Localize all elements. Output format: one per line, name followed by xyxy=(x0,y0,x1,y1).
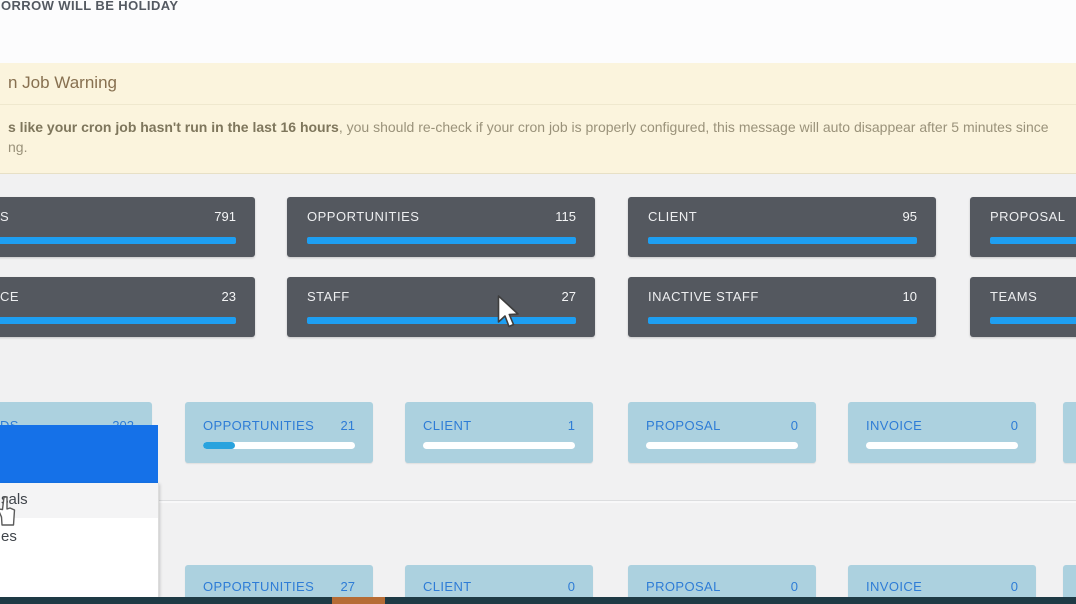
top-band: ORROW WILL BE HOLIDAY xyxy=(0,0,1076,63)
dashboard-screen: ORROW WILL BE HOLIDAY n Job Warning s li… xyxy=(0,0,1076,604)
banner-body: s like your cron job hasn't run in the l… xyxy=(8,115,1076,139)
progress-bar xyxy=(307,237,576,244)
mouse-cursor-icon xyxy=(497,295,521,334)
progress-bar xyxy=(648,317,917,324)
banner-divider xyxy=(0,104,1076,105)
stat-value: 21 xyxy=(341,418,355,433)
stat-value: 23 xyxy=(222,289,236,304)
stat-label: OPPORTUNITIES xyxy=(203,418,314,433)
stat-label: PROPOSAL xyxy=(646,579,721,594)
stat-label: CLIENT xyxy=(648,209,697,224)
stat-label: CE xyxy=(0,289,19,304)
stat-card-opportunities[interactable]: OPPORTUNITIES 115 xyxy=(287,197,595,257)
dropdown-item-estimates[interactable]: es xyxy=(0,518,158,554)
hand-cursor-icon xyxy=(0,496,17,533)
banner-body-rest: , you should re-check if your cron job i… xyxy=(339,119,1049,135)
stat-label: INACTIVE STAFF xyxy=(648,289,759,304)
stat-label: TEAMS xyxy=(990,289,1037,304)
stat-value: 0 xyxy=(1011,579,1018,594)
stat-label: STAFF xyxy=(307,289,350,304)
stat-card-teams[interactable]: TEAMS xyxy=(970,277,1076,337)
progress-track xyxy=(423,442,575,449)
stat-value: 0 xyxy=(568,579,575,594)
summary-card-opportunities[interactable]: OPPORTUNITIES 21 xyxy=(185,402,373,463)
progress-track xyxy=(646,442,798,449)
progress-bar xyxy=(307,317,576,324)
stat-card-leads[interactable]: S 791 xyxy=(0,197,255,257)
stat-value: 95 xyxy=(903,209,917,224)
stat-label: OPPORTUNITIES xyxy=(203,579,314,594)
stat-value: 27 xyxy=(562,289,576,304)
stat-card-inactive-staff[interactable]: INACTIVE STAFF 10 xyxy=(628,277,936,337)
banner-body-line2: ng. xyxy=(8,139,27,155)
stat-value: 10 xyxy=(903,289,917,304)
cron-job-warning-banner: n Job Warning s like your cron job hasn'… xyxy=(0,63,1076,174)
stat-card-proposal[interactable]: PROPOSAL xyxy=(970,197,1076,257)
summary-card-client[interactable]: CLIENT 1 xyxy=(405,402,593,463)
stat-label: CLIENT xyxy=(423,418,472,433)
progress-bar xyxy=(990,317,1076,324)
summary-card-partial[interactable] xyxy=(1063,402,1076,463)
stat-label: INVOICE xyxy=(866,579,922,594)
stat-label: PROPOSAL xyxy=(646,418,721,433)
progress-bar xyxy=(0,237,236,244)
stat-label: INVOICE xyxy=(866,418,922,433)
stat-card-staff[interactable]: STAFF 27 xyxy=(287,277,595,337)
progress-fill xyxy=(203,442,235,449)
stat-value: 0 xyxy=(791,418,798,433)
stat-value: 0 xyxy=(791,579,798,594)
stat-value: 27 xyxy=(341,579,355,594)
dropdown-item-proposals[interactable]: sals xyxy=(0,483,158,519)
stat-label: OPPORTUNITIES xyxy=(307,209,419,224)
progress-bar xyxy=(990,237,1076,244)
stat-value: 1 xyxy=(568,418,575,433)
stat-card-invoice[interactable]: CE 23 xyxy=(0,277,255,337)
summary-card-invoice[interactable]: INVOICE 0 xyxy=(848,402,1036,463)
progress-track xyxy=(866,442,1018,449)
stat-value: 791 xyxy=(214,209,236,224)
dropdown-menu: sals es xyxy=(0,483,159,597)
progress-bar xyxy=(648,237,917,244)
banner-title: n Job Warning xyxy=(8,73,117,93)
stat-label: PROPOSAL xyxy=(990,209,1066,224)
stat-label: S xyxy=(0,209,9,224)
stat-value: 0 xyxy=(1011,418,1018,433)
video-progress-bar[interactable] xyxy=(0,597,1076,604)
progress-bar xyxy=(0,317,236,324)
banner-body-bold: s like your cron job hasn't run in the l… xyxy=(8,119,339,135)
section-divider-highlight xyxy=(0,501,1076,503)
stat-label: CLIENT xyxy=(423,579,472,594)
summary-card-proposal[interactable]: PROPOSAL 0 xyxy=(628,402,816,463)
holiday-note: ORROW WILL BE HOLIDAY xyxy=(1,0,178,13)
stat-value: 115 xyxy=(555,209,576,224)
dropdown-selected-header[interactable] xyxy=(0,425,158,483)
video-progress-segment xyxy=(332,597,385,604)
progress-track xyxy=(203,442,355,449)
stat-card-client[interactable]: CLIENT 95 xyxy=(628,197,936,257)
